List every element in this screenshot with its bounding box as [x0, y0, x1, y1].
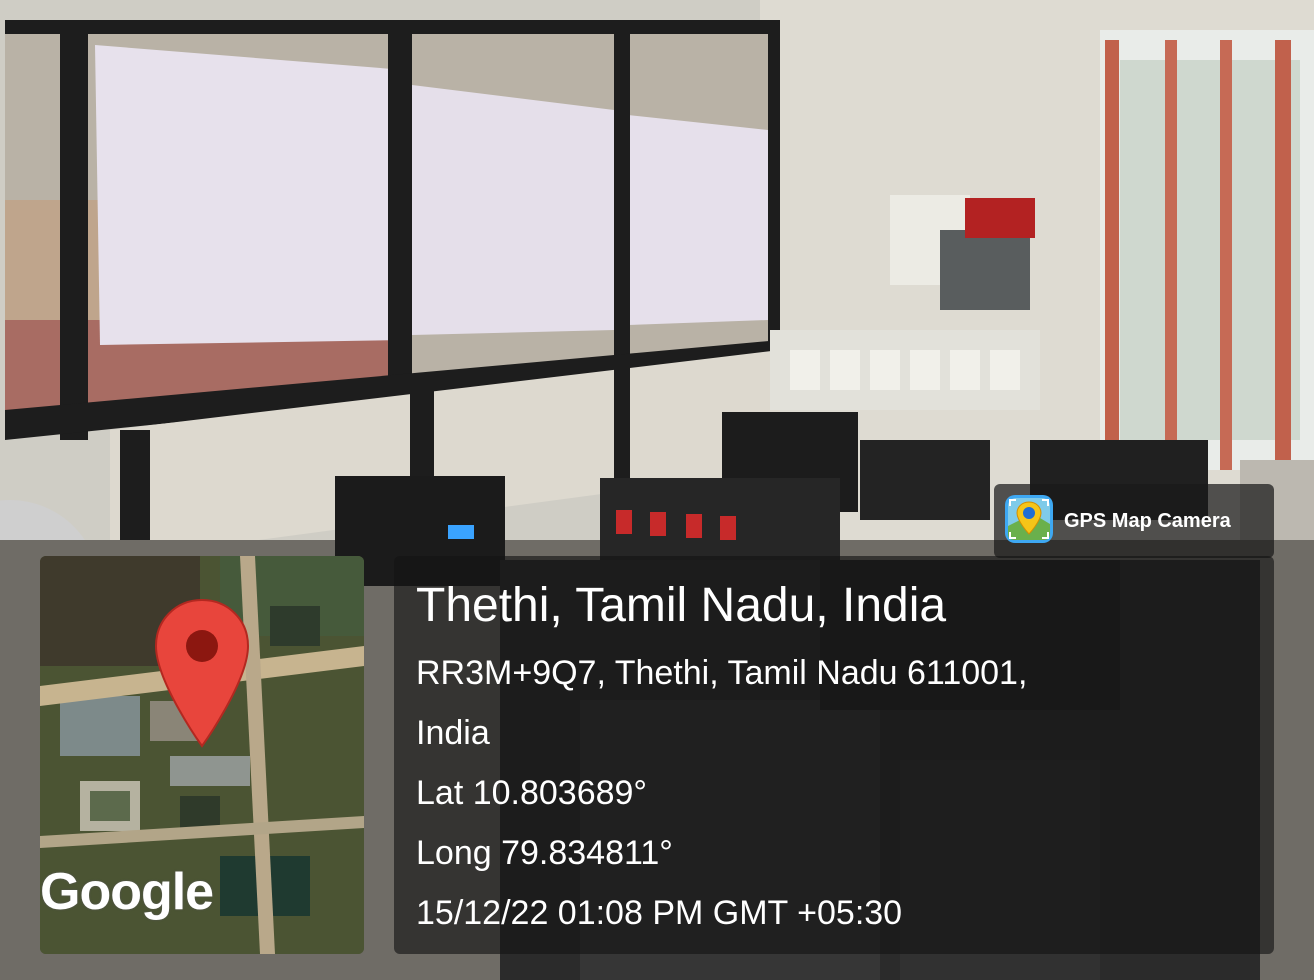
location-info-panel: Thethi, Tamil Nadu, India RR3M+9Q7, Thet… [394, 556, 1274, 954]
gps-map-camera-icon [1005, 495, 1053, 543]
map-pin-icon [154, 598, 250, 748]
longitude: Long 79.834811° [416, 834, 673, 872]
app-name: GPS Map Camera [1064, 510, 1231, 532]
location-title: Thethi, Tamil Nadu, India [416, 579, 947, 632]
address-line-1: RR3M+9Q7, Thethi, Tamil Nadu 611001, [416, 654, 1028, 692]
latitude: Lat 10.803689° [416, 774, 648, 812]
mini-map[interactable]: Google [40, 556, 364, 954]
timestamp: 15/12/22 01:08 PM GMT +05:30 [416, 894, 903, 932]
app-badge: GPS Map Camera [994, 484, 1274, 558]
address-line-2: India [416, 714, 490, 752]
google-attribution: Google [40, 863, 214, 921]
